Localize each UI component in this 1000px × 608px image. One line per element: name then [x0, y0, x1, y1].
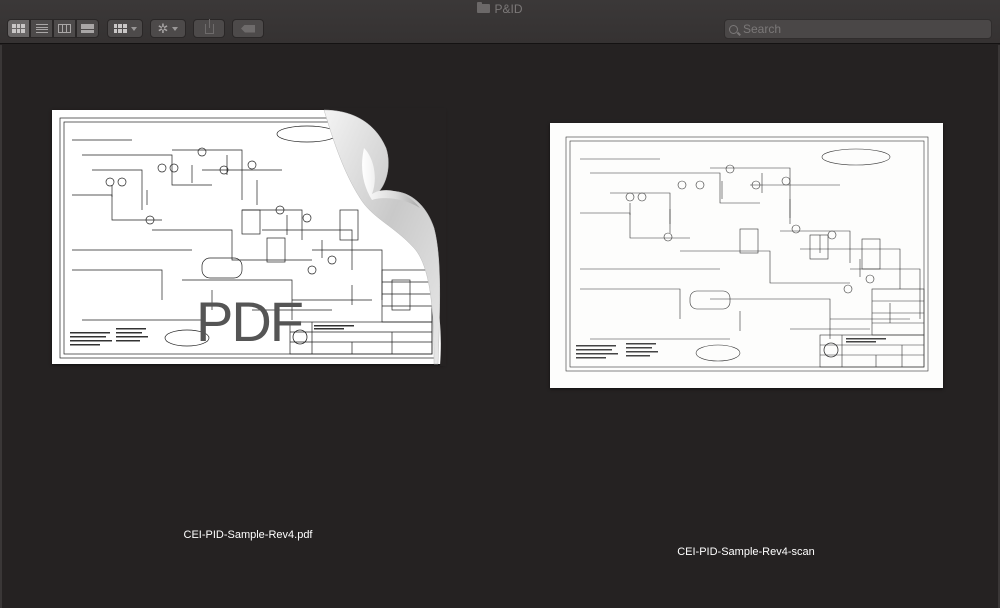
share-button[interactable] — [193, 18, 225, 38]
chevron-down-icon — [130, 26, 137, 31]
icon-view-icon — [12, 24, 25, 33]
file-name-scan[interactable]: CEI-PID-Sample-Rev4-scan — [646, 546, 846, 558]
pdf-thumbnail[interactable]: PDF — [52, 108, 446, 366]
search-input[interactable] — [743, 22, 983, 36]
toolbar: P&ID ✲ — [0, 0, 1000, 44]
view-mode-control — [7, 19, 99, 38]
window-title: P&ID — [0, 2, 1000, 16]
left-edge — [0, 45, 2, 608]
group-grid-icon — [113, 24, 127, 33]
pdf-badge: PDF — [196, 290, 304, 353]
scan-thumbnail[interactable] — [550, 123, 943, 388]
tags-button[interactable] — [232, 19, 264, 38]
list-view-button[interactable] — [30, 19, 53, 38]
action-menu-button[interactable]: ✲ — [150, 19, 186, 38]
cover-flow-icon — [81, 24, 94, 33]
column-view-icon — [58, 24, 71, 33]
share-icon — [204, 18, 214, 34]
tag-icon — [241, 24, 255, 33]
group-by-button[interactable] — [107, 19, 143, 38]
icon-view-button[interactable] — [7, 19, 30, 38]
column-view-button[interactable] — [53, 19, 76, 38]
gear-icon: ✲ — [157, 21, 169, 36]
pid-scan-preview — [565, 136, 929, 372]
search-icon — [729, 24, 738, 34]
folder-icon — [477, 2, 491, 13]
list-view-icon — [35, 24, 48, 33]
search-field[interactable] — [724, 19, 992, 39]
chevron-down-icon — [172, 26, 179, 31]
file-name-pdf[interactable]: CEI-PID-Sample-Rev4.pdf — [148, 529, 348, 541]
window-title-text: P&ID — [494, 2, 523, 16]
cover-flow-view-button[interactable] — [76, 19, 99, 38]
